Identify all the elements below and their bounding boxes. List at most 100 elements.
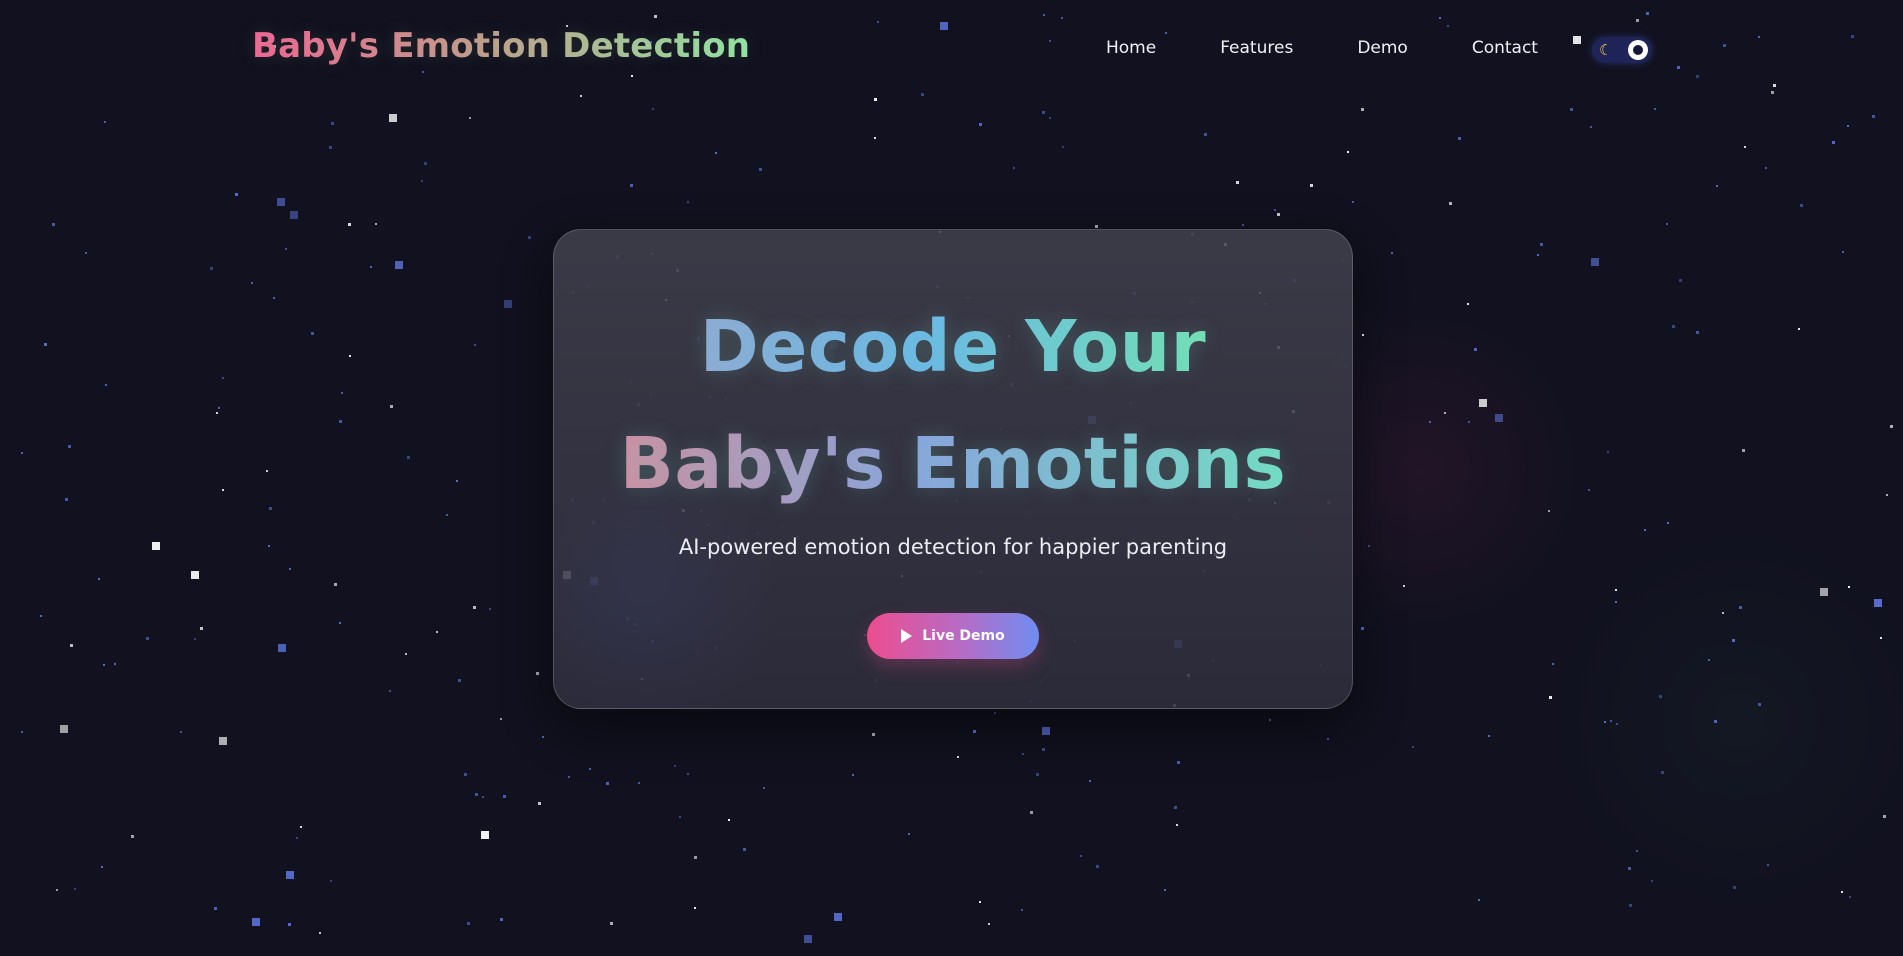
star-dot — [273, 297, 275, 299]
nav-link-contact[interactable]: Contact — [1472, 38, 1538, 58]
star-dot — [389, 690, 391, 692]
nav-link-demo[interactable]: Demo — [1357, 38, 1408, 58]
star-dot — [1310, 184, 1313, 187]
star-dot — [687, 773, 689, 775]
moon-icon: ☾ — [1599, 41, 1613, 59]
star-dot — [389, 114, 397, 122]
star-dot — [266, 470, 268, 472]
star-dot — [339, 622, 341, 624]
star-dot — [1800, 204, 1803, 207]
star-dot — [104, 121, 106, 123]
hero-card: Decode Your Baby's Emotions AI-powered e… — [553, 229, 1353, 709]
star-dot — [1361, 627, 1364, 630]
star-dot — [180, 731, 182, 733]
star-dot — [482, 796, 484, 798]
star-dot — [606, 782, 609, 785]
star-dot — [674, 765, 676, 767]
star-dot — [973, 730, 976, 733]
star-dot — [1042, 748, 1045, 751]
star-dot — [1628, 867, 1631, 870]
star-dot — [715, 152, 717, 154]
star-dot — [1368, 545, 1370, 547]
hero-title-line-1: Decode Your — [700, 288, 1206, 405]
star-dot — [1096, 865, 1099, 868]
star-dot — [1588, 489, 1590, 491]
star-dot — [1847, 125, 1849, 127]
theme-toggle[interactable]: ☾ — [1592, 37, 1652, 63]
star-dot — [1629, 904, 1632, 907]
star-dot — [334, 583, 337, 586]
star-dot — [474, 344, 476, 346]
star-dot — [1679, 279, 1682, 282]
star-dot — [1474, 348, 1477, 351]
star-dot — [1654, 108, 1656, 110]
star-dot — [1610, 720, 1612, 722]
star-dot — [288, 923, 291, 926]
star-dot — [528, 236, 531, 239]
star-dot — [1242, 224, 1244, 226]
star-dot — [285, 248, 287, 250]
star-dot — [1615, 589, 1617, 591]
star-dot — [1458, 137, 1461, 140]
star-dot — [1842, 251, 1844, 253]
star-dot — [631, 75, 633, 77]
star-dot — [1677, 66, 1680, 69]
star-dot — [1832, 141, 1835, 144]
star-dot — [1696, 75, 1699, 78]
star-dot — [1552, 663, 1554, 665]
star-dot — [504, 300, 512, 308]
star-dot — [329, 146, 332, 149]
star-dot — [654, 15, 657, 18]
star-dot — [1447, 25, 1449, 27]
star-dot — [1644, 529, 1646, 531]
star-dot — [21, 731, 23, 733]
star-dot — [1036, 773, 1039, 776]
nav-link-home[interactable]: Home — [1106, 38, 1156, 58]
star-dot — [1488, 735, 1490, 737]
star-dot — [500, 918, 503, 921]
star-dot — [1758, 703, 1761, 706]
star-dot — [21, 452, 23, 454]
star-dot — [1758, 36, 1760, 38]
star-dot — [191, 571, 199, 579]
star-dot — [473, 606, 476, 609]
star-dot — [74, 888, 76, 890]
star-dot — [687, 201, 689, 203]
star-dot — [277, 198, 285, 206]
star-dot — [251, 282, 253, 284]
star-dot — [375, 223, 377, 225]
nav-link-features[interactable]: Features — [1220, 38, 1293, 58]
star-dot — [252, 918, 260, 926]
star-dot — [1062, 146, 1064, 148]
star-dot — [235, 193, 238, 196]
star-dot — [268, 545, 270, 547]
star-dot — [1467, 303, 1469, 305]
star-dot — [319, 932, 321, 934]
star-dot — [1548, 510, 1550, 512]
star-dot — [1880, 637, 1882, 639]
star-dot — [52, 223, 55, 226]
star-dot — [348, 223, 351, 226]
star-dot — [103, 664, 105, 666]
star-dot — [114, 663, 116, 665]
star-dot — [105, 384, 107, 386]
star-dot — [1590, 126, 1592, 128]
star-dot — [422, 71, 424, 73]
star-dot — [728, 819, 730, 821]
star-dot — [1269, 719, 1271, 721]
star-dot — [219, 737, 227, 745]
star-dot — [1468, 421, 1470, 423]
star-dot — [1771, 91, 1774, 94]
star-dot — [1732, 639, 1735, 642]
star-dot — [1391, 252, 1393, 254]
star-dot — [222, 377, 224, 379]
star-dot — [1042, 111, 1045, 114]
live-demo-button[interactable]: Live Demo — [867, 613, 1039, 659]
star-dot — [1744, 146, 1746, 148]
main-nav: Home Features Demo Contact — [1106, 38, 1538, 58]
brand-logo[interactable]: Baby's Emotion Detection — [252, 26, 750, 66]
star-dot — [1733, 886, 1736, 889]
star-dot — [1403, 585, 1405, 587]
star-dot — [1848, 586, 1850, 588]
star-dot — [1164, 889, 1166, 891]
